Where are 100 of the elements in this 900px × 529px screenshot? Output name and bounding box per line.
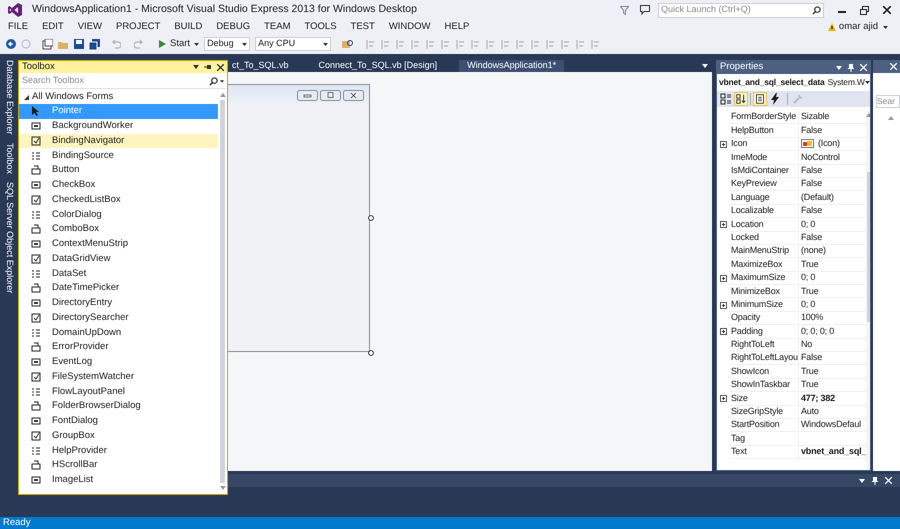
property-value[interactable]: False: [801, 178, 822, 190]
expand-icon[interactable]: [720, 328, 726, 336]
toolbox-item[interactable]: DirectoryEntry: [19, 296, 218, 310]
property-name[interactable]: Locked: [729, 232, 799, 245]
new-project-icon[interactable]: [42, 38, 53, 50]
scroll-up-icon[interactable]: [888, 116, 894, 120]
toolbox-item[interactable]: BindingSource: [19, 148, 218, 163]
expand-icon[interactable]: [720, 221, 726, 228]
back-icon[interactable]: [6, 39, 16, 49]
pin-icon[interactable]: [848, 64, 854, 72]
property-name[interactable]: MaximumSize: [729, 272, 799, 286]
toolbox-item[interactable]: Button: [19, 163, 218, 178]
property-name[interactable]: SizeGripStyle: [729, 406, 799, 419]
resize-handle[interactable]: [368, 215, 374, 221]
close-icon[interactable]: [343, 90, 364, 100]
toolbox-item[interactable]: DateTimePicker: [19, 281, 218, 296]
property-name[interactable]: Opacity: [729, 312, 799, 326]
toolbox-item[interactable]: GroupBox: [19, 428, 218, 444]
close-icon[interactable]: [217, 64, 224, 70]
toolbox-item[interactable]: HScrollBar: [19, 458, 218, 473]
caret-icon[interactable]: [193, 65, 199, 69]
toolbox-item[interactable]: ErrorProvider: [19, 340, 218, 355]
expand-icon[interactable]: [720, 274, 726, 282]
property-name[interactable]: RightToLeft: [729, 338, 799, 352]
close-icon[interactable]: [883, 6, 891, 14]
menu-item[interactable]: VIEW: [70, 20, 109, 34]
property-name[interactable]: ShowIcon: [729, 365, 799, 379]
expand-icon[interactable]: [720, 395, 726, 402]
quick-launch-input[interactable]: Quick Launch (Ctrl+Q): [661, 3, 812, 17]
toolbox-item[interactable]: ImageList: [19, 472, 218, 488]
toolbox-item[interactable]: BindingNavigator: [19, 134, 218, 148]
menu-item[interactable]: FILE: [1, 20, 36, 34]
platform-dropdown[interactable]: Any CPU: [255, 37, 332, 51]
property-value[interactable]: vbnet_and_sql_: [801, 446, 866, 458]
toolbox-item[interactable]: DataSet: [19, 266, 218, 281]
document-tab[interactable]: Connect_To_SQL.vb [Design]: [310, 60, 446, 72]
property-value[interactable]: True: [801, 378, 818, 392]
property-value[interactable]: False: [801, 124, 822, 137]
document-tab[interactable]: WindowsApplication1*: [459, 60, 564, 72]
filter-icon[interactable]: [620, 6, 629, 14]
property-value[interactable]: True: [801, 258, 818, 271]
toolbox-item[interactable]: ColorDialog: [19, 207, 218, 222]
menu-item[interactable]: WINDOW: [382, 20, 438, 34]
caret-icon[interactable]: [836, 66, 842, 70]
property-name[interactable]: KeyPreview: [729, 178, 799, 192]
side-tab[interactable]: Database Explorer: [0, 60, 18, 135]
expand-icon[interactable]: [720, 140, 726, 148]
configuration-dropdown[interactable]: Debug: [204, 37, 250, 51]
quick-launch-field[interactable]: Quick Launch (Ctrl+Q): [658, 2, 824, 18]
property-value[interactable]: No: [801, 338, 812, 351]
property-name[interactable]: Location: [729, 218, 799, 232]
property-name[interactable]: Tag: [729, 432, 799, 446]
property-value[interactable]: 0; 0: [801, 298, 816, 311]
toolbox-item[interactable]: DataGridView: [19, 252, 218, 266]
lightning-icon[interactable]: [769, 93, 781, 105]
properties-icon[interactable]: [753, 92, 767, 106]
maximize-icon[interactable]: [320, 90, 341, 100]
caret-icon[interactable]: [702, 64, 708, 68]
caret-icon[interactable]: [859, 478, 865, 482]
restore-icon[interactable]: [860, 6, 869, 14]
pin-icon[interactable]: [872, 476, 878, 484]
property-name[interactable]: Padding: [729, 325, 799, 339]
toolbox-item[interactable]: ComboBox: [19, 222, 218, 237]
property-value[interactable]: (none): [801, 244, 826, 258]
search-field[interactable]: Search Toolbox: [22, 74, 209, 88]
scroll-up-icon[interactable]: [220, 93, 226, 97]
menu-item[interactable]: TEST: [344, 20, 382, 34]
property-name[interactable]: HelpButton: [729, 124, 799, 138]
user-name[interactable]: omar ajid: [838, 20, 878, 34]
property-value[interactable]: WindowsDefaul: [801, 418, 861, 432]
toolbox-item[interactable]: HelpProvider: [19, 443, 218, 458]
property-name[interactable]: MinimizeBox: [729, 285, 799, 298]
side-tab[interactable]: SQL Server Object Explorer: [0, 182, 18, 293]
property-value[interactable]: 477; 382: [801, 392, 835, 405]
menu-item[interactable]: DEBUG: [209, 20, 258, 34]
feedback-icon[interactable]: [640, 5, 650, 15]
property-name[interactable]: FormBorderStyle: [729, 111, 799, 124]
toolbox-item[interactable]: FontDialog: [19, 414, 218, 428]
caret-icon[interactable]: [883, 26, 888, 28]
property-name[interactable]: Icon: [729, 138, 799, 152]
toolbox-item[interactable]: FlowLayoutPanel: [19, 384, 218, 399]
property-name[interactable]: MinimumSize: [729, 298, 799, 312]
toolbox-item[interactable]: DirectorySearcher: [19, 310, 218, 326]
toolbox-group[interactable]: All Windows Forms: [19, 91, 218, 104]
property-name[interactable]: Localizable: [729, 204, 799, 218]
property-value[interactable]: False: [801, 204, 822, 218]
menu-item[interactable]: HELP: [438, 20, 476, 34]
expand-icon[interactable]: [720, 302, 726, 309]
property-name[interactable]: Size: [729, 392, 799, 406]
alphabetical-icon[interactable]: [734, 92, 748, 106]
property-name[interactable]: Text: [729, 446, 799, 460]
find-icon[interactable]: [342, 38, 354, 50]
side-tab[interactable]: Toolbox: [0, 142, 18, 174]
property-value[interactable]: Auto: [801, 406, 819, 418]
menu-item[interactable]: TEAM: [257, 20, 298, 34]
categorized-icon[interactable]: [720, 93, 732, 105]
toolbox-item[interactable]: DomainUpDown: [19, 325, 218, 340]
property-name[interactable]: StartPosition: [729, 418, 799, 432]
property-name[interactable]: Language: [729, 191, 799, 205]
property-value[interactable]: True: [801, 285, 818, 298]
